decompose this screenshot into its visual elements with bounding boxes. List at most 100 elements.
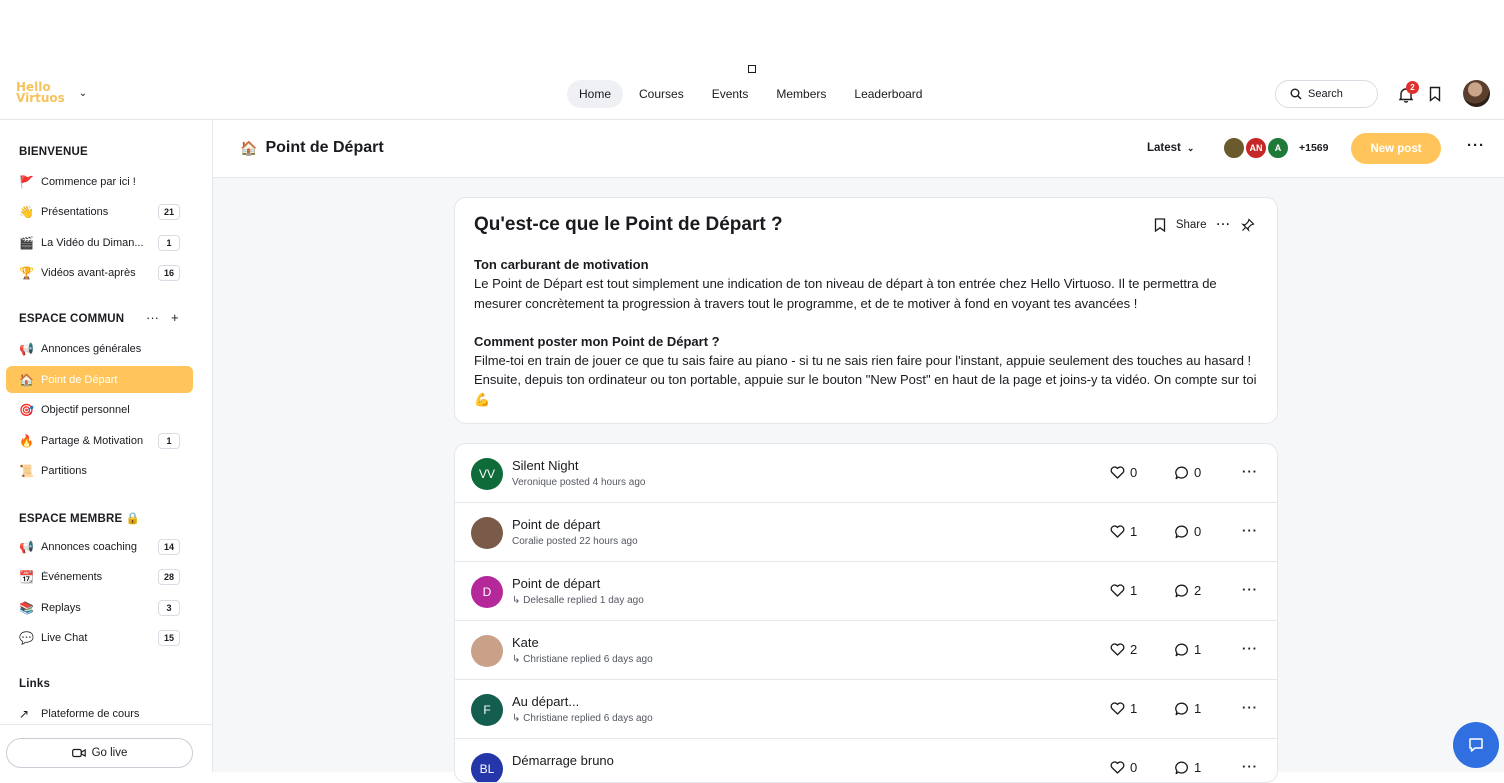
like-button[interactable]: 2 <box>1110 642 1137 657</box>
sidebar-item-video-dimanche[interactable]: 🎬 La Vidéo du Diman... 1 <box>6 229 193 256</box>
more-icon[interactable]: ··· <box>1242 700 1258 715</box>
comment-button[interactable]: 0 <box>1175 465 1201 480</box>
sidebar-item-presentations[interactable]: 👋 Présentations 21 <box>6 198 193 225</box>
sidebar-item-partitions[interactable]: 📜 Partitions <box>6 457 193 484</box>
logo[interactable]: Hello Virtuos ⌄ <box>16 81 87 104</box>
bookmark-icon[interactable] <box>1154 218 1166 232</box>
intro-body: Ton carburant de motivation Le Point de D… <box>474 255 1258 409</box>
post-row[interactable]: D Point de départ ↳ Delesalle replied 1 … <box>455 562 1277 621</box>
like-count: 1 <box>1130 701 1138 716</box>
nav-home[interactable]: Home <box>567 80 624 108</box>
plus-icon[interactable]: + <box>171 310 179 325</box>
like-button[interactable]: 1 <box>1110 524 1137 539</box>
post-meta: ↳ Christiane replied 6 days ago <box>512 713 653 724</box>
post-title[interactable]: Silent Night <box>512 458 578 473</box>
new-post-button[interactable]: New post <box>1351 133 1441 164</box>
heart-icon <box>1110 466 1125 479</box>
avatar[interactable]: F <box>471 694 503 726</box>
more-icon[interactable]: ··· <box>1217 219 1232 231</box>
post-row[interactable]: BL Démarrage bruno 0 1 ··· <box>455 739 1277 782</box>
post-row[interactable]: Kate ↳ Christiane replied 6 days ago 2 1… <box>455 621 1277 680</box>
intro-title: Qu'est-ce que le Point de Départ ? <box>474 214 783 235</box>
post-row[interactable]: VV Silent Night Veronique posted 4 hours… <box>455 444 1277 503</box>
comment-button[interactable]: 1 <box>1175 760 1201 775</box>
section-title-links: Links <box>19 678 51 690</box>
like-button[interactable]: 1 <box>1110 701 1137 716</box>
nav-leaderboard[interactable]: Leaderboard <box>842 80 934 108</box>
comment-button[interactable]: 1 <box>1175 701 1201 716</box>
post-meta: ↳ Christiane replied 6 days ago <box>512 654 653 665</box>
nav-courses[interactable]: Courses <box>627 80 696 108</box>
sidebar-item-live-chat[interactable]: 💬 Live Chat 15 <box>6 624 193 651</box>
intro-paragraph: Le Point de Départ est tout simplement u… <box>474 276 1217 311</box>
chevron-down-icon[interactable]: ⌄ <box>79 88 87 99</box>
more-icon[interactable]: ··· <box>1242 464 1258 479</box>
post-row[interactable]: F Au départ... ↳ Christiane replied 6 da… <box>455 680 1277 739</box>
sidebar-item-plateforme-de-cours[interactable]: ↗ Plateforme de cours <box>6 700 193 727</box>
main-content: 🏠 Point de Départ Latest ⌄ AN A +1569 Ne… <box>213 120 1504 783</box>
like-button[interactable]: 0 <box>1110 465 1137 480</box>
more-icon[interactable]: ··· <box>1242 641 1258 656</box>
intro-card: Qu'est-ce que le Point de Départ ? Share… <box>454 197 1278 424</box>
post-title[interactable]: Kate <box>512 635 539 650</box>
like-button[interactable]: 0 <box>1110 760 1137 775</box>
sidebar-item-annonces-coaching[interactable]: 📢 Annonces coaching 14 <box>6 533 193 560</box>
like-button[interactable]: 1 <box>1110 583 1137 598</box>
like-count: 2 <box>1130 642 1138 657</box>
more-icon[interactable]: ··· <box>1242 582 1258 597</box>
avatar[interactable]: D <box>471 576 503 608</box>
more-icon[interactable]: ··· <box>146 310 159 325</box>
count-badge: 16 <box>158 264 180 281</box>
more-icon[interactable]: ··· <box>1467 137 1485 154</box>
user-avatar[interactable] <box>1463 80 1490 107</box>
bookmark-icon[interactable] <box>1428 86 1442 102</box>
comment-button[interactable]: 2 <box>1175 583 1201 598</box>
avatar[interactable] <box>471 517 503 549</box>
sidebar: BIENVENUE 🚩 Commence par ici ! 👋 Présentat… <box>0 120 213 772</box>
sidebar-item-commence[interactable]: 🚩 Commence par ici ! <box>6 168 193 195</box>
comment-button[interactable]: 0 <box>1175 524 1201 539</box>
post-meta: ↳ Delesalle replied 1 day ago <box>512 595 644 606</box>
post-title[interactable]: Au départ... <box>512 694 579 709</box>
sort-dropdown[interactable]: Latest ⌄ <box>1147 142 1194 154</box>
post-title[interactable]: Démarrage bruno <box>512 753 614 768</box>
pin-icon[interactable] <box>1241 218 1255 232</box>
section-title-espace-commun: ESPACE COMMUN <box>19 313 125 325</box>
sidebar-item-evenements[interactable]: 📆 Événements 28 <box>6 563 193 590</box>
post-row[interactable]: Point de départ Coralie posted 22 hours … <box>455 503 1277 562</box>
share-button[interactable]: Share <box>1176 219 1207 231</box>
member-avatars[interactable]: AN A +1569 <box>1222 136 1329 160</box>
post-title[interactable]: Point de départ <box>512 576 600 591</box>
member-count: +1569 <box>1299 142 1329 154</box>
sidebar-item-point-de-depart[interactable]: 🏠 Point de Départ <box>6 366 193 393</box>
comment-icon <box>1175 584 1188 597</box>
nav-members[interactable]: Members <box>764 80 838 108</box>
count-badge: 1 <box>158 432 180 449</box>
page-title: 🏠 Point de Départ <box>240 139 384 156</box>
sidebar-item-annonces-generales[interactable]: 📢 Annonces générales <box>6 335 193 362</box>
count-badge: 14 <box>158 538 180 555</box>
comment-button[interactable]: 1 <box>1175 642 1201 657</box>
video-camera-icon <box>71 748 86 758</box>
sidebar-item-partage-motivation[interactable]: 🔥 Partage & Motivation 1 <box>6 427 193 454</box>
sidebar-item-objectif-personnel[interactable]: 🎯 Objectif personnel <box>6 396 193 423</box>
sidebar-item-videos-avant-apres[interactable]: 🏆 Vidéos avant-après 16 <box>6 259 193 286</box>
nav-events[interactable]: Events <box>700 80 761 108</box>
cursor-marker <box>748 65 756 73</box>
post-title[interactable]: Point de départ <box>512 517 600 532</box>
search-input[interactable]: Search <box>1275 80 1378 108</box>
avatar[interactable]: VV <box>471 458 503 490</box>
external-link-icon: ↗ <box>19 706 30 721</box>
comment-count: 1 <box>1194 642 1202 657</box>
avatar[interactable] <box>471 635 503 667</box>
avatar[interactable]: BL <box>471 753 503 782</box>
heart-icon <box>1110 643 1125 656</box>
megaphone-icon: 📢 <box>19 539 34 554</box>
notification-badge: 2 <box>1406 81 1419 94</box>
main-nav: Home Courses Events Members Leaderboard <box>567 80 934 108</box>
sidebar-item-replays[interactable]: 📚 Replays 3 <box>6 594 193 621</box>
heart-icon <box>1110 761 1125 774</box>
more-icon[interactable]: ··· <box>1242 523 1258 538</box>
go-live-button[interactable]: Go live <box>6 738 193 768</box>
chat-button[interactable] <box>1453 722 1499 768</box>
